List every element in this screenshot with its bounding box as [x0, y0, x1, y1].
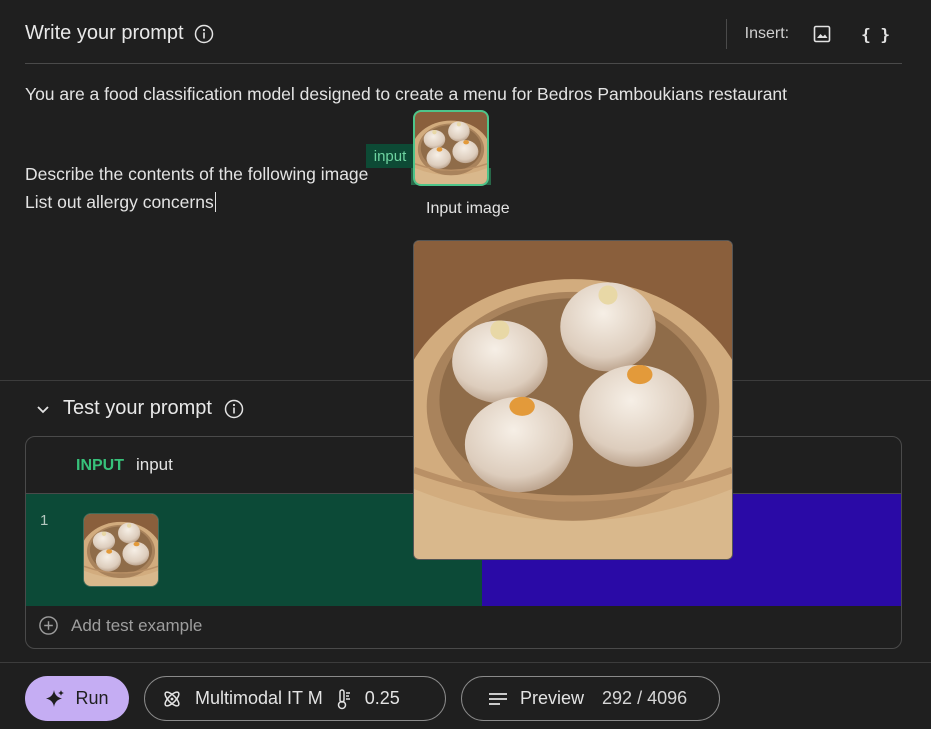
variable-tag[interactable]: input [366, 144, 414, 168]
info-icon[interactable] [224, 399, 244, 419]
insert-toolbar: Insert: { } [725, 18, 902, 50]
temperature-value: 0.25 [364, 688, 400, 708]
row-number: 1 [40, 512, 49, 529]
thermometer-icon [335, 688, 353, 710]
vertical-divider [725, 19, 727, 49]
model-selector[interactable]: Multimodal IT M 0.25 [144, 676, 446, 721]
run-label: Run [75, 688, 109, 708]
add-test-example-button[interactable]: Add test example [38, 615, 202, 636]
token-count: 292 / 4096 [602, 688, 688, 708]
prompt-header: Write your prompt Insert: { } [25, 18, 902, 64]
column-name-label[interactable]: input [136, 455, 173, 475]
test-section-title: Test your prompt [63, 397, 212, 419]
prompt-line-3[interactable]: List out allergy concerns [25, 192, 216, 213]
column-kind-label: INPUT [76, 457, 124, 474]
atom-icon [161, 688, 183, 710]
run-button[interactable]: Run [25, 676, 129, 721]
plus-circle-icon [38, 615, 59, 636]
model-name: Multimodal IT M [195, 688, 323, 708]
info-icon[interactable] [194, 24, 214, 44]
table-column-header: INPUT input [76, 455, 173, 475]
variable-image-thumbnail[interactable] [413, 110, 489, 186]
sparkle-icon [45, 689, 65, 709]
row-image-thumbnail[interactable] [83, 513, 159, 587]
toolbar-divider [0, 662, 931, 663]
test-section-header[interactable]: Test your prompt [35, 397, 244, 420]
page-title: Write your prompt [25, 22, 184, 44]
lines-icon [488, 691, 508, 707]
preview-button[interactable]: Preview 292 / 4096 [461, 676, 720, 721]
chevron-down-icon[interactable] [35, 401, 51, 417]
popover-image-preview [413, 240, 733, 560]
variable-insert-button[interactable]: { } [861, 25, 890, 44]
prompt-line-2[interactable]: Describe the contents of the following i… [25, 164, 368, 185]
add-test-example-label: Add test example [71, 615, 203, 635]
preview-label: Preview [520, 688, 585, 708]
popover-label: Input image [426, 200, 510, 217]
prompt-line-1[interactable]: You are a food classification model desi… [25, 84, 787, 105]
title-row: Write your prompt [25, 22, 214, 45]
prompt-line-3-text: List out allergy concerns [25, 192, 214, 212]
insert-label: Insert: [744, 25, 790, 42]
text-caret [214, 192, 216, 212]
image-icon[interactable] [813, 25, 861, 43]
